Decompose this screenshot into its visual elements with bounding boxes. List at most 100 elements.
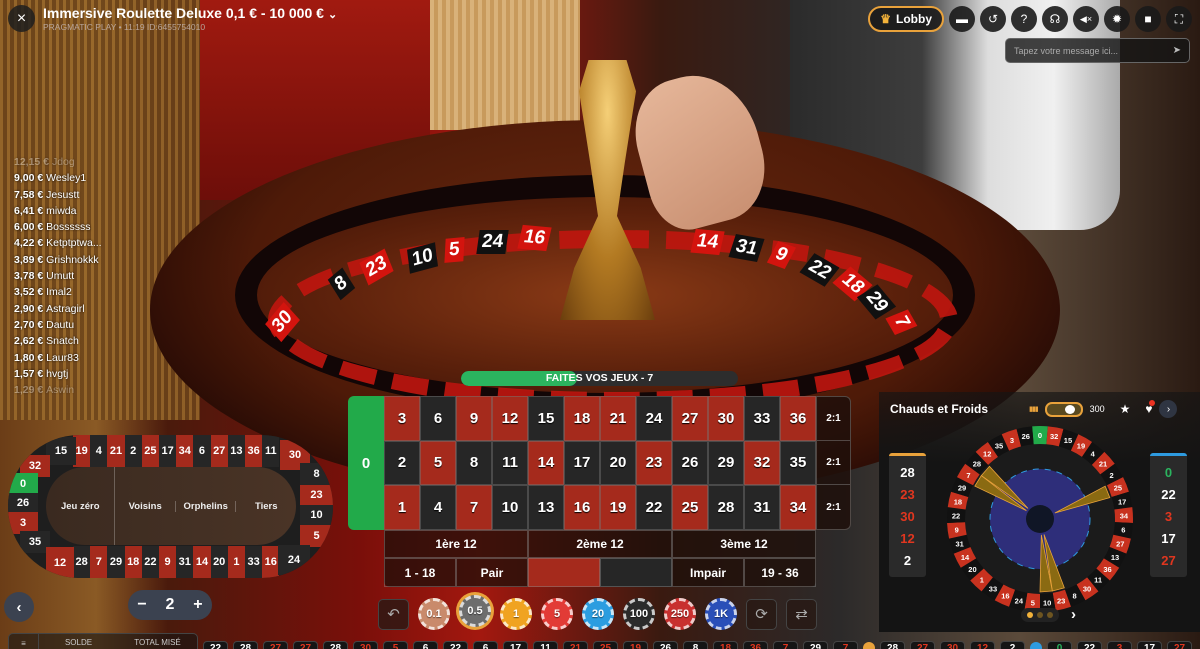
bet-high[interactable]: 19 - 36 bbox=[744, 558, 816, 587]
slider-knob[interactable] bbox=[1064, 404, 1075, 414]
racetrack-number[interactable]: 21 bbox=[107, 435, 125, 467]
undo-button[interactable]: ↶ bbox=[378, 598, 409, 630]
double-button[interactable]: ⇄ bbox=[786, 598, 817, 630]
chat-button[interactable]: ▬ bbox=[949, 6, 975, 32]
section-voisins[interactable]: Voisins bbox=[115, 500, 176, 512]
bet-dozen-1[interactable]: 1ère 12 bbox=[384, 530, 528, 558]
racetrack-number[interactable]: 9 bbox=[159, 546, 177, 578]
bet-low[interactable]: 1 - 18 bbox=[384, 558, 456, 587]
bet-number-26[interactable]: 26 bbox=[672, 440, 708, 486]
racetrack-number[interactable]: 14 bbox=[193, 546, 211, 578]
racetrack-number[interactable]: 16 bbox=[262, 546, 280, 578]
racetrack-number[interactable]: 33 bbox=[245, 546, 263, 578]
racetrack-number[interactable]: 4 bbox=[90, 435, 108, 467]
close-button[interactable]: × bbox=[8, 5, 35, 32]
bet-number-29[interactable]: 29 bbox=[708, 440, 744, 486]
bet-column-1[interactable]: 2:1 bbox=[817, 485, 850, 529]
bet-odd[interactable]: Impair bbox=[672, 558, 744, 587]
racetrack-number[interactable]: 15 bbox=[46, 437, 76, 465]
racetrack-number[interactable]: 18 bbox=[124, 546, 142, 578]
video-button[interactable]: ■ bbox=[1135, 6, 1161, 32]
bet-number-20[interactable]: 20 bbox=[600, 440, 636, 486]
bet-number-16[interactable]: 16 bbox=[564, 485, 600, 530]
bet-number-3[interactable]: 3 bbox=[384, 396, 420, 441]
pager-dot[interactable] bbox=[1027, 612, 1033, 618]
panel-next-button[interactable]: › bbox=[1159, 400, 1178, 418]
bet-red[interactable] bbox=[528, 558, 600, 587]
bet-number-9[interactable]: 9 bbox=[456, 396, 492, 441]
racetrack-number[interactable]: 23 bbox=[300, 485, 333, 505]
bet-number-34[interactable]: 34 bbox=[780, 485, 816, 530]
chip-0.5[interactable]: 0.5 bbox=[459, 595, 491, 627]
racetrack-number[interactable]: 20 bbox=[210, 546, 228, 578]
bet-number-23[interactable]: 23 bbox=[636, 440, 672, 486]
racetrack-number[interactable]: 5 bbox=[300, 525, 333, 547]
chip-20[interactable]: 20 bbox=[582, 598, 614, 630]
bet-number-8[interactable]: 8 bbox=[456, 440, 492, 486]
section-orphelins[interactable]: Orphelins bbox=[176, 500, 237, 512]
bet-even[interactable]: Pair bbox=[456, 558, 528, 587]
bet-black[interactable] bbox=[600, 558, 672, 587]
bet-number-15[interactable]: 15 bbox=[528, 396, 564, 441]
game-title[interactable]: Immersive Roulette Deluxe 0,1 € - 10 000… bbox=[43, 5, 337, 21]
racetrack-number[interactable]: 2 bbox=[124, 435, 142, 467]
chip-0.1[interactable]: 0.1 bbox=[418, 598, 450, 630]
stats-icon[interactable]: ▮▮▮ bbox=[1029, 405, 1039, 413]
section-jeu-zero[interactable]: Jeu zéro bbox=[46, 467, 116, 545]
bet-number-13[interactable]: 13 bbox=[528, 485, 564, 530]
racetrack-number[interactable]: 7 bbox=[90, 546, 108, 578]
bet-number-25[interactable]: 25 bbox=[672, 485, 708, 530]
support-button[interactable]: ☊ bbox=[1042, 6, 1068, 32]
bet-number-36[interactable]: 36 bbox=[780, 396, 816, 441]
bet-number-1[interactable]: 1 bbox=[384, 485, 420, 530]
mute-button[interactable]: ◀× bbox=[1073, 6, 1099, 32]
bet-number-12[interactable]: 12 bbox=[492, 396, 528, 441]
bet-number-28[interactable]: 28 bbox=[708, 485, 744, 530]
bet-number-22[interactable]: 22 bbox=[636, 485, 672, 530]
bet-number-19[interactable]: 19 bbox=[600, 485, 636, 530]
racetrack-number[interactable]: 29 bbox=[107, 546, 125, 578]
bet-number-32[interactable]: 32 bbox=[744, 440, 780, 486]
bet-number-27[interactable]: 27 bbox=[672, 396, 708, 441]
stepper-plus-button[interactable]: + bbox=[193, 596, 202, 614]
chip-5[interactable]: 5 bbox=[541, 598, 573, 630]
bet-number-33[interactable]: 33 bbox=[744, 396, 780, 441]
racetrack-number[interactable]: 10 bbox=[300, 505, 333, 525]
bet-dozen-3[interactable]: 3ème 12 bbox=[672, 530, 816, 558]
history-button[interactable]: ↺ bbox=[980, 6, 1006, 32]
bet-number-31[interactable]: 31 bbox=[744, 485, 780, 530]
bet-number-11[interactable]: 11 bbox=[492, 440, 528, 486]
help-button[interactable]: ? bbox=[1011, 6, 1037, 32]
racetrack-number[interactable]: 24 bbox=[278, 545, 310, 575]
chip-100[interactable]: 100 bbox=[623, 598, 655, 630]
racetrack-number[interactable]: 0 bbox=[8, 473, 38, 495]
favorites-button[interactable]: ♥ bbox=[1145, 400, 1156, 416]
pager-dot[interactable] bbox=[1037, 612, 1043, 618]
bet-number-30[interactable]: 30 bbox=[708, 396, 744, 441]
bet-number-5[interactable]: 5 bbox=[420, 440, 456, 486]
chip-1K[interactable]: 1K bbox=[705, 598, 737, 630]
bet-number-6[interactable]: 6 bbox=[420, 396, 456, 441]
rounds-slider[interactable] bbox=[1044, 401, 1083, 417]
racetrack-number[interactable]: 8 bbox=[300, 463, 333, 485]
bet-number-7[interactable]: 7 bbox=[456, 485, 492, 530]
bet-zero[interactable]: 0 bbox=[348, 396, 384, 530]
racetrack-number[interactable]: 28 bbox=[73, 546, 91, 578]
bet-column-3[interactable]: 2:1 bbox=[817, 397, 850, 441]
bet-number-18[interactable]: 18 bbox=[564, 396, 600, 441]
bet-dozen-2[interactable]: 2ème 12 bbox=[528, 530, 672, 558]
send-icon[interactable]: ➤ bbox=[1173, 45, 1181, 56]
bet-number-2[interactable]: 2 bbox=[384, 440, 420, 486]
racetrack-number[interactable]: 36 bbox=[245, 435, 263, 467]
chip-1[interactable]: 1 bbox=[500, 598, 532, 630]
pager-next-button[interactable]: › bbox=[1071, 606, 1076, 623]
chip-250[interactable]: 250 bbox=[664, 598, 696, 630]
racetrack-number[interactable]: 13 bbox=[227, 435, 245, 467]
racetrack-number[interactable]: 12 bbox=[46, 547, 74, 578]
racetrack-number[interactable]: 17 bbox=[159, 435, 177, 467]
menu-icon[interactable]: ≡ bbox=[9, 634, 39, 649]
racetrack-number[interactable]: 1 bbox=[227, 546, 245, 578]
racetrack-number[interactable]: 25 bbox=[141, 435, 159, 467]
racetrack-number[interactable]: 22 bbox=[141, 546, 159, 578]
racetrack-number[interactable]: 11 bbox=[262, 435, 280, 467]
